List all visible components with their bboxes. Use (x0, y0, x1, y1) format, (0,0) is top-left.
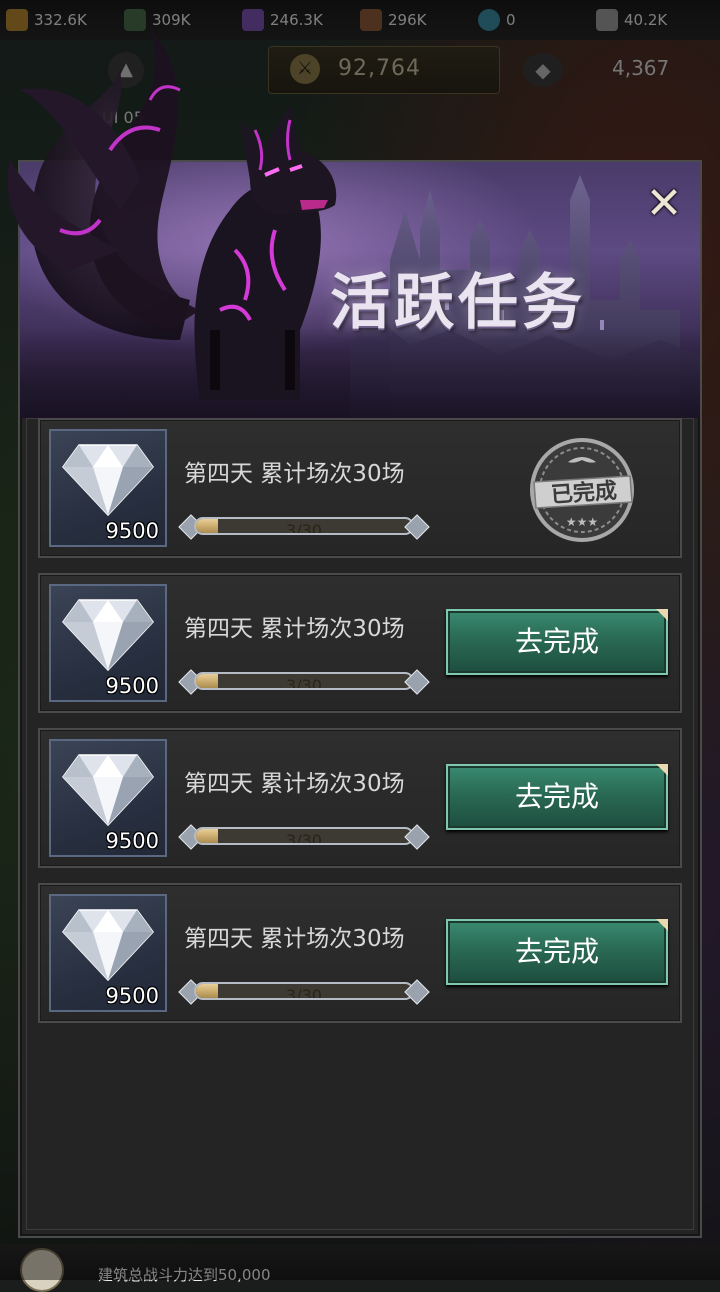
task-progress-bar: 3/30 (176, 824, 432, 850)
reward-item[interactable]: 9500 (49, 584, 167, 702)
reward-count: 9500 (105, 984, 159, 1008)
reward-item[interactable]: 9500 (49, 894, 167, 1012)
task-title: 第四天 累计场次30场 (184, 461, 405, 487)
progress-track: 3/30 (194, 982, 414, 1000)
task-row: 9500 第四天 累计场次30场 3/30 去完成 (38, 883, 682, 1023)
task-title: 第四天 累计场次30场 (184, 616, 405, 642)
reward-count: 9500 (105, 674, 159, 698)
task-row: 9500 第四天 累计场次30场 3/30 已完成 ★★★ (38, 418, 682, 558)
task-title: 第四天 累计场次30场 (184, 926, 405, 952)
progress-text: 3/30 (286, 986, 322, 1000)
svg-text:★★★: ★★★ (566, 515, 598, 529)
task-progress-bar: 3/30 (176, 669, 432, 695)
progress-text: 3/30 (286, 831, 322, 845)
progress-track: 3/30 (194, 517, 414, 535)
task-progress-bar: 3/30 (176, 979, 432, 1005)
task-row: 9500 第四天 累计场次30场 3/30 去完成 (38, 573, 682, 713)
go-complete-button[interactable]: 去完成 (446, 609, 668, 675)
task-row: 9500 第四天 累计场次30场 3/30 去完成 (38, 728, 682, 868)
progress-text: 3/30 (286, 676, 322, 690)
close-button[interactable]: ✕ (644, 182, 684, 226)
diamond-icon (62, 909, 154, 982)
progress-track: 3/30 (194, 827, 414, 845)
completed-stamp: 已完成 ★★★ (530, 438, 634, 542)
go-complete-button[interactable]: 去完成 (446, 764, 668, 830)
reward-count: 9500 (105, 829, 159, 853)
diamond-icon (62, 599, 154, 672)
progress-text: 3/30 (286, 521, 322, 535)
diamond-icon (62, 754, 154, 827)
task-progress-bar: 3/30 (176, 514, 432, 540)
active-tasks-modal: 活跃任务 ✕ 9500 第四天 累计场次30场 3/30 已完成 ★★★ 950… (18, 160, 702, 1238)
close-icon: ✕ (645, 178, 683, 229)
reward-count: 9500 (105, 519, 159, 543)
reward-item[interactable]: 9500 (49, 739, 167, 857)
task-list: 9500 第四天 累计场次30场 3/30 已完成 ★★★ 9500 第四天 累… (38, 418, 682, 1038)
task-title: 第四天 累计场次30场 (184, 771, 405, 797)
diamond-icon (62, 444, 154, 517)
banner-ground-shade (20, 328, 700, 418)
stamp-text: 已完成 (550, 478, 618, 509)
modal-title: 活跃任务 (330, 268, 586, 338)
go-complete-button[interactable]: 去完成 (446, 919, 668, 985)
reward-item[interactable]: 9500 (49, 429, 167, 547)
progress-track: 3/30 (194, 672, 414, 690)
